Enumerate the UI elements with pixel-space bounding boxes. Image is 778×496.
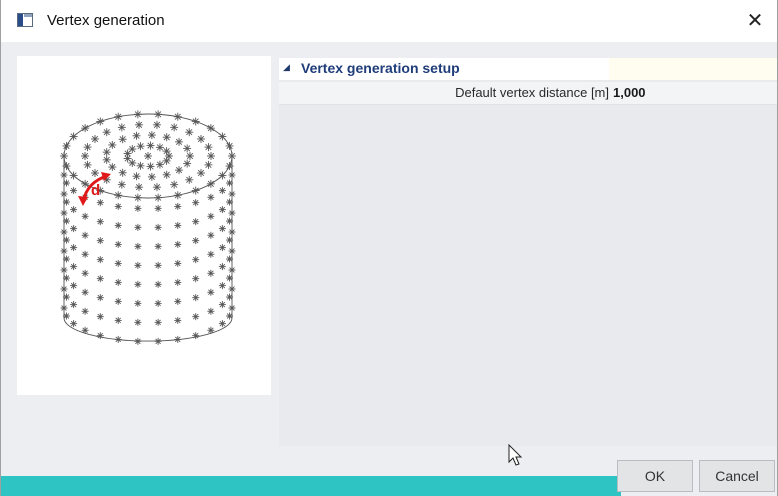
close-button[interactable]: ✕ [741, 7, 769, 35]
dimension-label: d [91, 182, 100, 199]
vertex-generation-dialog: Vertex generation ✕ d ◢ Vertex generatio… [0, 0, 778, 496]
close-icon: ✕ [746, 10, 764, 32]
window-title: Vertex generation [47, 12, 165, 29]
cancel-button[interactable]: Cancel [699, 460, 775, 492]
collapse-triangle-icon[interactable]: ◢ [283, 62, 290, 73]
cylinder-vertex-preview: d [60, 110, 236, 345]
property-group-label: Vertex generation setup [301, 60, 460, 76]
property-group-header[interactable]: ◢ Vertex generation setup [279, 58, 777, 80]
property-row-vertex-distance[interactable]: Default vertex distance [m] 1,000 [279, 82, 777, 105]
ok-button[interactable]: OK [617, 460, 693, 492]
property-grid: ◢ Vertex generation setup Default vertex… [279, 58, 777, 446]
dialog-body: d ◢ Vertex generation setup Default vert… [1, 42, 777, 472]
vertex-distance-label: Default vertex distance [m] [455, 85, 609, 100]
vertex-distance-value[interactable]: 1,000 [613, 85, 646, 100]
accent-bar [1, 476, 621, 496]
app-window-icon [17, 13, 33, 27]
preview-panel: d [17, 56, 271, 395]
dimension-arrowhead [78, 196, 88, 206]
mouse-pointer-icon [508, 444, 523, 466]
title-bar: Vertex generation ✕ [1, 0, 777, 42]
property-group-value-area [609, 58, 777, 80]
